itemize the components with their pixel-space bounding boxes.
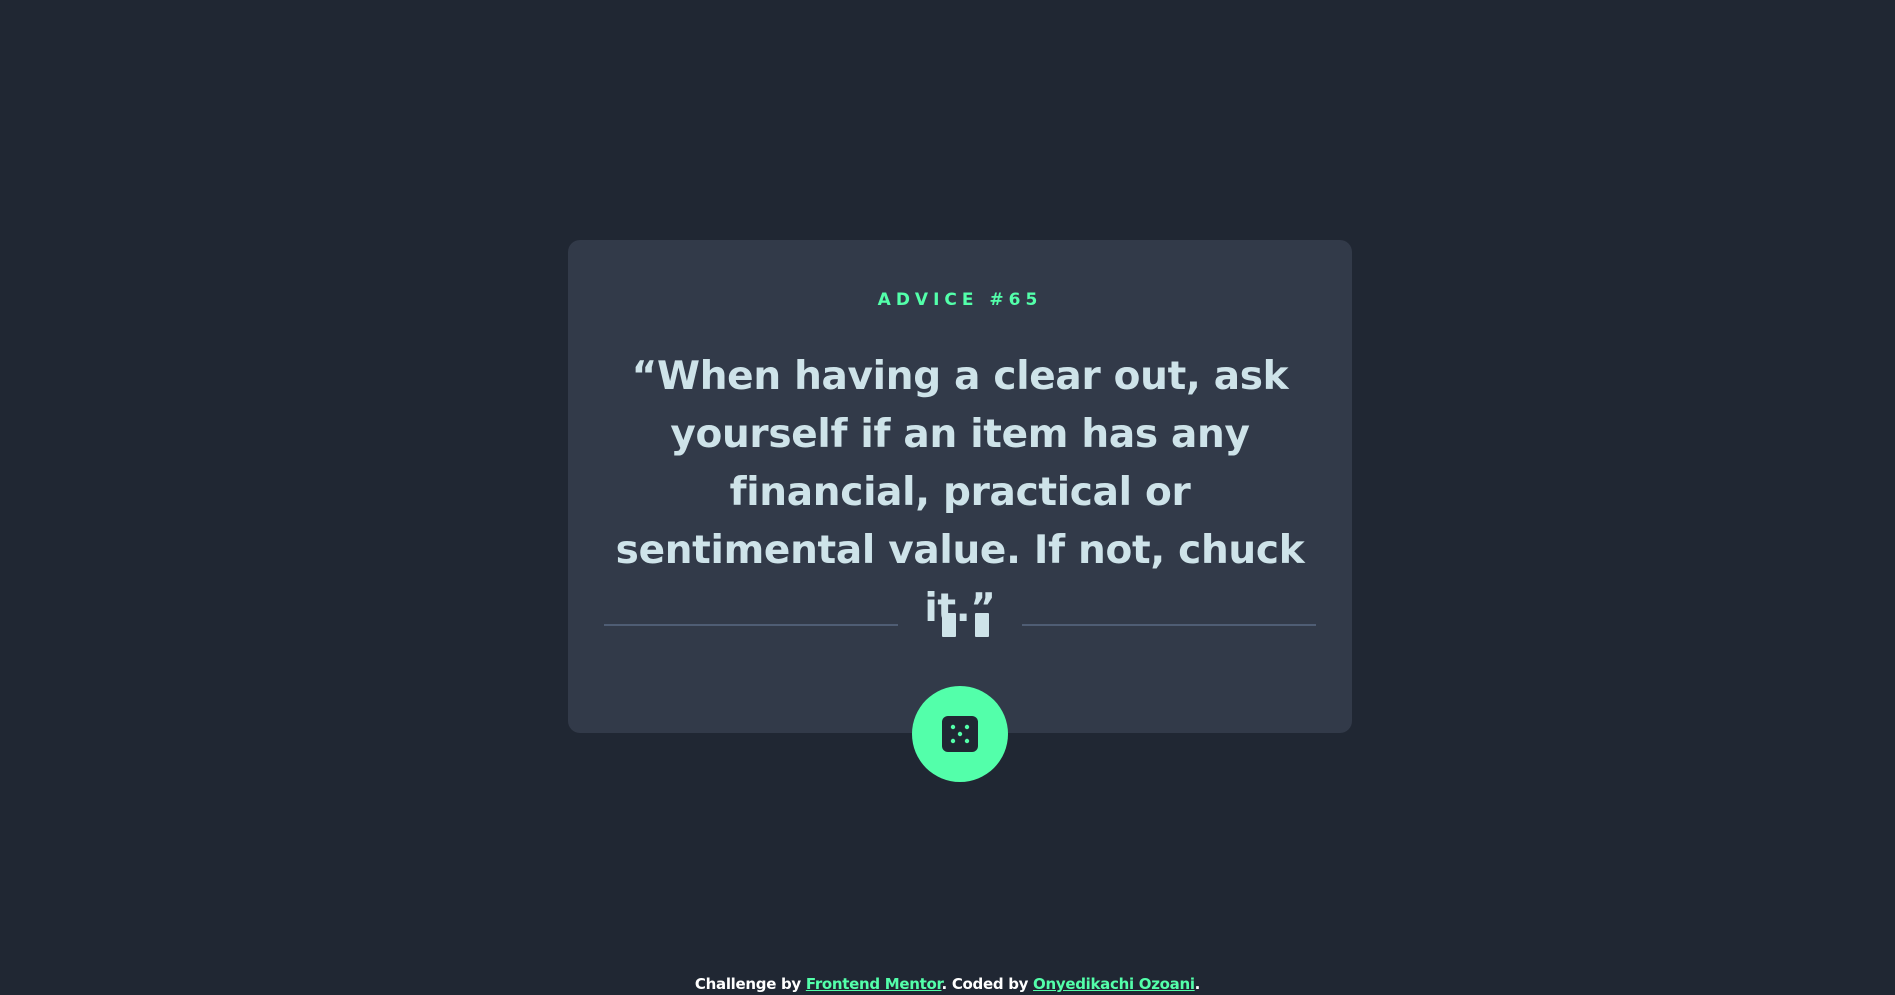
- advice-id: ADVICE #65: [877, 290, 1043, 310]
- attribution-prefix: Challenge by: [694, 975, 806, 993]
- attribution-suffix: .: [1194, 975, 1201, 993]
- pattern-divider: [604, 613, 1316, 637]
- generate-advice-button[interactable]: [912, 686, 1008, 782]
- divider-line-right: [1022, 624, 1316, 626]
- attribution: Challenge by Frontend Mentor. Coded by O…: [0, 973, 1895, 995]
- advice-card: ADVICE #65 “When having a clear out, ask…: [568, 240, 1352, 733]
- frontend-mentor-link[interactable]: Frontend Mentor: [806, 975, 942, 993]
- divider-line-left: [604, 624, 898, 626]
- attribution-middle: . Coded by: [941, 975, 1034, 993]
- dice-icon: [942, 716, 978, 752]
- pause-icon: [937, 613, 989, 637]
- author-link[interactable]: Onyedikachi Ozoani: [1033, 975, 1195, 993]
- advice-quote: “When having a clear out, ask yourself i…: [615, 354, 1305, 631]
